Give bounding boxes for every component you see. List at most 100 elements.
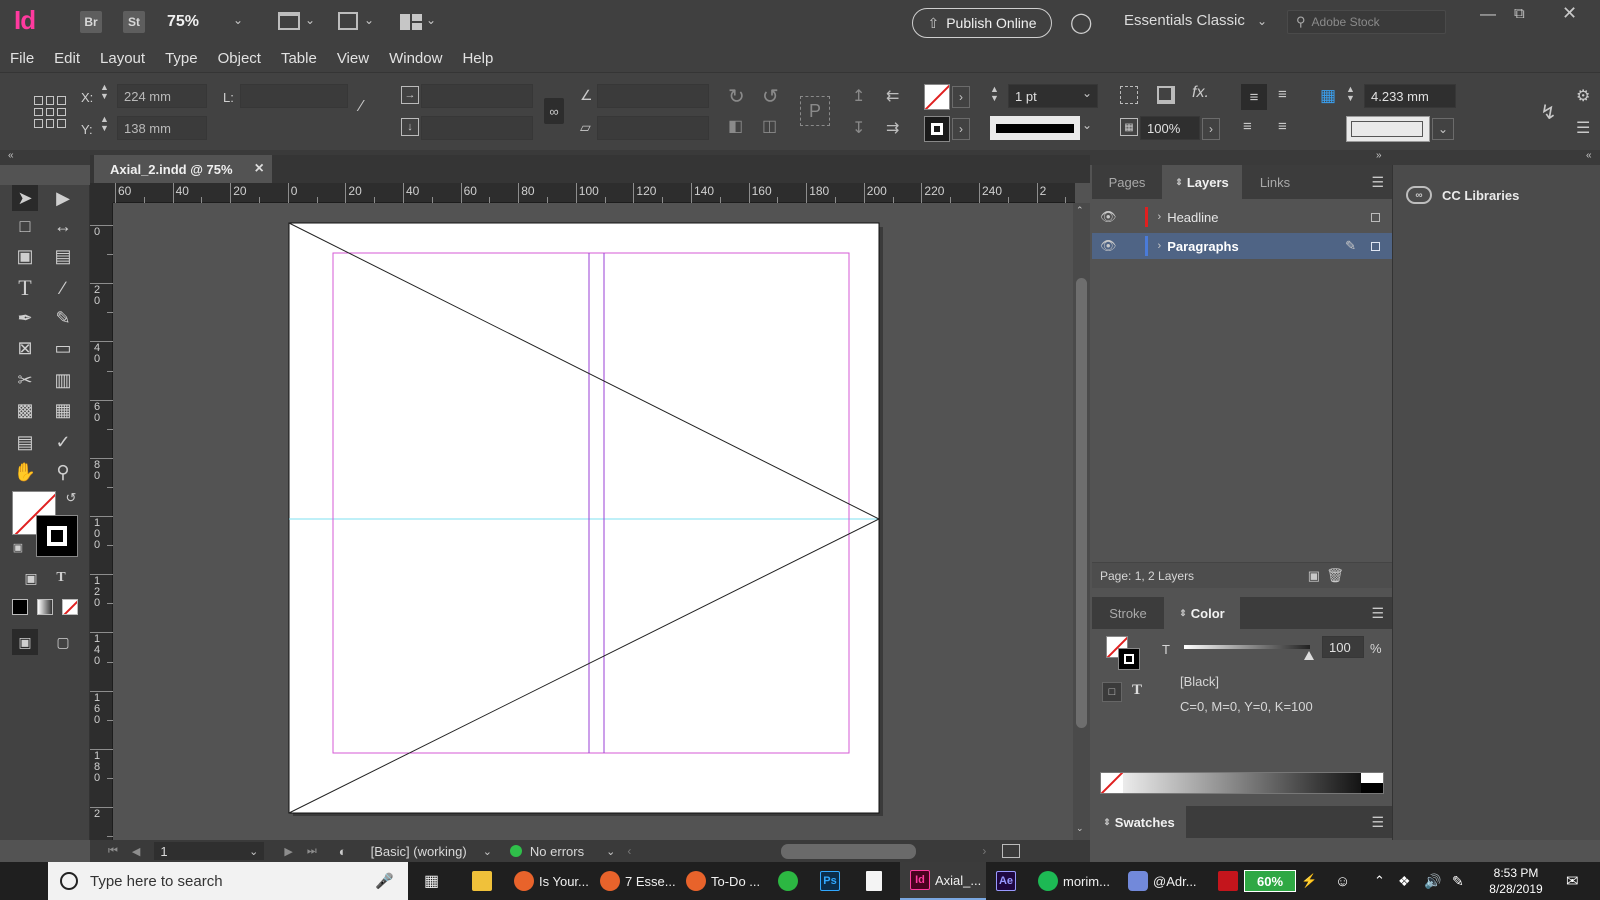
task-view-button[interactable]: ▦ [424,862,439,900]
split-window-icon[interactable] [1002,844,1021,858]
collapse-right-icon[interactable]: « [1586,150,1592,161]
gap-tool-icon[interactable]: ↔ [50,213,76,239]
scissors-tool-icon[interactable]: ✂ [12,367,38,393]
quick-apply-icon[interactable]: ↯ [1540,100,1557,125]
wifi-button[interactable]: ❖ [1398,862,1411,900]
menu-object[interactable]: Object [208,50,271,67]
restore-icon[interactable]: ⧉ [1514,5,1525,22]
cc-libraries-button[interactable]: ∞ CC Libraries [1406,186,1519,204]
frame-style-dropdown-icon[interactable]: ⌄ [1432,118,1454,140]
frame-style-select[interactable] [1346,116,1430,142]
ruler-origin[interactable] [90,183,113,203]
file-explorer-button[interactable] [472,862,492,900]
default-fill-stroke-icon[interactable]: ▣ [10,539,26,555]
page-number-field[interactable]: 1 ⌄ [154,842,265,860]
chain-link-icon[interactable]: ∞ [544,98,564,124]
previous-page-icon[interactable]: ◀ [132,845,140,858]
zoom-dropdown-icon[interactable]: ⌄ [233,13,243,27]
taskbar-clock[interactable]: 8:53 PM 8/28/2019 [1480,865,1552,899]
type-tool-icon[interactable]: T [12,275,38,301]
direct-selection-tool-icon[interactable]: ▶ [50,185,76,211]
first-page-icon[interactable]: ⏮ [108,845,118,858]
adobe-stock-search[interactable]: ⚲ Adobe Stock [1287,10,1446,34]
formatting-container-icon[interactable]: □ [1102,682,1122,702]
swap-fill-stroke-icon[interactable]: ↺ [62,489,80,507]
pasteboard[interactable] [113,203,1073,840]
document-tab[interactable]: Axial_2.indd @ 75% × [94,155,272,183]
flip-vertical-icon[interactable]: ◫ [762,116,777,136]
select-next-icon[interactable]: ⇉ [886,118,899,138]
paragraph-icon[interactable]: P [800,96,830,126]
screen-mode-icon[interactable] [338,12,358,30]
tab-layers[interactable]: ⇕ Layers [1162,165,1242,199]
rotate-ccw-icon[interactable]: ↺ [762,84,779,109]
opacity-menu-icon[interactable]: › [1202,118,1220,140]
layer-name[interactable]: Paragraphs [1167,239,1239,254]
taskbar-item-firefox-1[interactable]: Is Your... [514,862,589,900]
normal-view-icon[interactable]: ▣ [12,629,38,655]
length-field[interactable] [240,84,348,108]
page-tool-icon[interactable]: □ [12,213,38,239]
eye-icon[interactable]: 👁 [1100,238,1117,254]
menu-edit[interactable]: Edit [44,50,90,67]
taskbar-item-discord[interactable]: @Adr... [1128,862,1197,900]
after-effects-button[interactable]: Ae [996,862,1016,900]
line-tool-icon[interactable]: ∕ [50,275,76,301]
action-center-button[interactable]: ✉ [1566,862,1579,900]
eye-icon[interactable]: 👁 [1100,209,1117,225]
height-field[interactable] [421,116,533,140]
zoom-tool-icon[interactable]: ⚲ [50,459,76,485]
select-previous-icon[interactable]: ⇇ [886,86,899,106]
stroke-type-select[interactable] [990,116,1080,140]
zoom-level[interactable]: 75% [167,13,199,31]
rectangle-tool-icon[interactable]: ▭ [50,335,76,361]
whatsapp-button[interactable] [778,862,798,900]
stroke-black-swatch[interactable] [36,515,78,557]
apply-none-icon[interactable] [62,599,78,615]
taskbar-item-firefox-2[interactable]: 7 Esse... [600,862,676,900]
bridge-button[interactable]: Br [80,11,102,33]
color-panel-menu-icon[interactable]: ☰ [1371,605,1384,622]
hand-tool-icon[interactable]: ✋ [12,459,38,485]
layers-panel-menu-icon[interactable]: ☰ [1371,174,1384,191]
taskbar-search-box[interactable]: Type here to search 🎤 [48,862,408,900]
menu-view[interactable]: View [327,50,379,67]
menu-window[interactable]: Window [379,50,452,67]
flip-horizontal-icon[interactable]: ◧ [728,116,743,136]
settings-gear-icon[interactable]: ⚙ [1576,86,1590,106]
page[interactable] [288,222,880,814]
gradient-feather-tool-icon[interactable]: ▦ [50,397,76,423]
width-field[interactable] [421,84,533,108]
scroll-right-icon[interactable]: › [982,844,986,858]
eyedropper-tool-icon[interactable]: ✓ [50,429,76,455]
apply-gradient-icon[interactable] [37,599,53,615]
content-collector-icon[interactable]: ▣ [12,243,38,269]
select-content-icon[interactable]: ↧ [852,118,865,138]
ramp-white-swatch[interactable] [1361,773,1383,783]
tint-value-field[interactable]: 100 [1322,636,1364,658]
constrain-proportions-icon[interactable]: ∕ [360,98,363,116]
preflight-dropdown-icon[interactable]: ⌄ [606,845,615,858]
expand-panels-icon[interactable]: » [1376,150,1382,161]
red-app-button[interactable] [1218,862,1238,900]
opacity-field[interactable]: 100% [1140,116,1200,140]
expand-icon[interactable]: › [1158,211,1162,223]
rectangle-frame-tool-icon[interactable]: ⊠ [12,335,38,361]
minimize-icon[interactable]: — [1480,6,1496,24]
x-stepper-icon[interactable]: ▲ ▼ [100,83,109,101]
pencil-tool-icon[interactable]: ✎ [50,305,76,331]
microphone-icon[interactable]: 🎤 [375,872,394,890]
menu-type[interactable]: Type [155,50,208,67]
layer-selection-icon[interactable] [1371,212,1380,222]
rotation-field[interactable] [597,84,709,108]
menu-help[interactable]: Help [452,50,503,67]
align-bottom-icon[interactable]: ≡ [1243,118,1252,135]
pen-workspace-button[interactable]: ✎ [1452,862,1464,900]
gap-tool-icon[interactable]: ▦ [1320,86,1336,106]
tab-stroke[interactable]: Stroke [1092,597,1164,629]
vertical-scrollbar[interactable]: ⌃ ⌄ [1073,203,1090,840]
preview-mode-icon[interactable]: ▢ [50,629,76,655]
pen-tool-icon[interactable]: ✒ [12,305,38,331]
shear-field[interactable] [597,116,709,140]
open-document-icon[interactable]: ◐ [339,844,347,859]
